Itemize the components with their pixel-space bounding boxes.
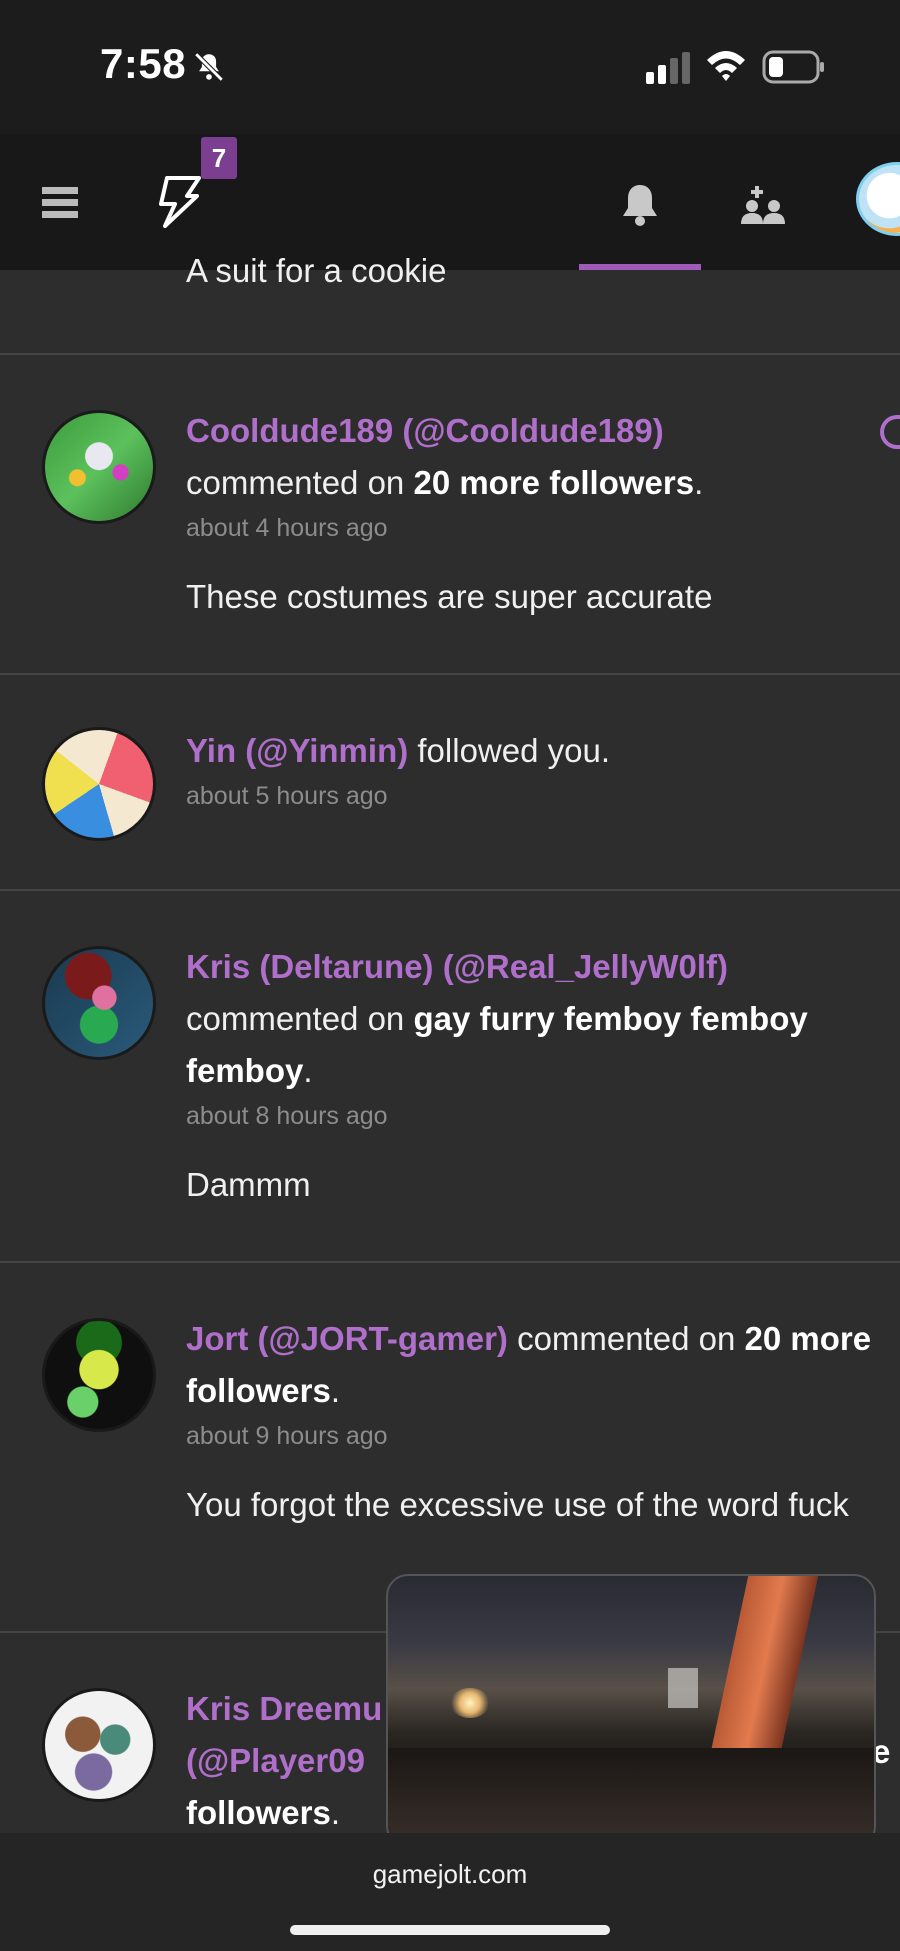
user-link[interactable]: Yin (@Yinmin) — [186, 732, 408, 769]
timestamp: about 9 hours ago — [186, 1422, 388, 1450]
video-pip-window[interactable] — [386, 1574, 876, 1848]
hamburger-menu-icon — [42, 187, 78, 218]
status-time: 7:58 — [100, 40, 187, 87]
action-text: followed you. — [417, 732, 611, 769]
notifications-button[interactable] — [605, 170, 675, 240]
battery-icon — [762, 50, 824, 84]
action-text: commented on — [186, 1000, 405, 1037]
comment-text: A suit for a cookie — [186, 252, 447, 289]
avatar[interactable] — [42, 410, 156, 524]
user-link[interactable]: Kris Dreemu — [186, 1690, 382, 1727]
post-link[interactable]: 20 more followers — [413, 464, 694, 501]
bell-muted-icon — [194, 52, 224, 82]
action-text: commented on — [186, 464, 405, 501]
list-item[interactable]: A suit for a cookie — [0, 252, 900, 355]
avatar[interactable] — [42, 946, 156, 1060]
browser-bottom-bar: gamejolt.com — [0, 1833, 900, 1951]
user-link[interactable]: Kris (Deltarune) (@Real_JellyW0lf) — [186, 948, 728, 985]
comment-text: These costumes are super accurate — [186, 578, 713, 615]
orange-pillar — [707, 1576, 819, 1766]
list-item[interactable]: Cooldude189 (@Cooldude189) commented on … — [0, 355, 900, 675]
comment-text: You forgot the excessive use of the word… — [186, 1486, 849, 1523]
top-navigation — [0, 134, 900, 270]
wifi-icon — [707, 51, 745, 81]
home-indicator[interactable] — [290, 1925, 610, 1935]
list-item[interactable]: Kris (Deltarune) (@Real_JellyW0lf) comme… — [0, 891, 900, 1263]
avatar[interactable] — [42, 727, 156, 841]
avatar[interactable] — [42, 1318, 156, 1432]
menu-button[interactable] — [30, 172, 90, 232]
action-text: commented on — [517, 1320, 736, 1357]
bell-icon — [623, 185, 657, 226]
window-glow — [668, 1668, 698, 1708]
lamp-light — [450, 1688, 490, 1718]
avatar[interactable] — [42, 1688, 156, 1802]
user-link[interactable]: Jort (@JORT-gamer) — [186, 1320, 508, 1357]
status-bar: 7:58 — [0, 0, 900, 134]
post-link[interactable]: followers — [186, 1794, 331, 1831]
user-handle[interactable]: (@Player09 — [186, 1742, 365, 1779]
timestamp: about 5 hours ago — [186, 782, 388, 810]
cellular-signal-icon — [646, 52, 690, 84]
comment-text: Dammm — [186, 1166, 311, 1203]
gamejolt-bolt-icon — [159, 176, 201, 228]
activity-count-badge: 7 — [201, 137, 237, 179]
url-label[interactable]: gamejolt.com — [0, 1859, 900, 1890]
list-item[interactable]: Yin (@Yinmin) followed you. about 5 hour… — [0, 675, 900, 891]
timestamp: about 8 hours ago — [186, 1102, 388, 1130]
add-friend-icon — [741, 186, 785, 224]
friend-requests-button[interactable] — [728, 170, 798, 240]
user-link[interactable]: Cooldude189 (@Cooldude189) — [186, 412, 664, 449]
timestamp: about 4 hours ago — [186, 514, 388, 542]
